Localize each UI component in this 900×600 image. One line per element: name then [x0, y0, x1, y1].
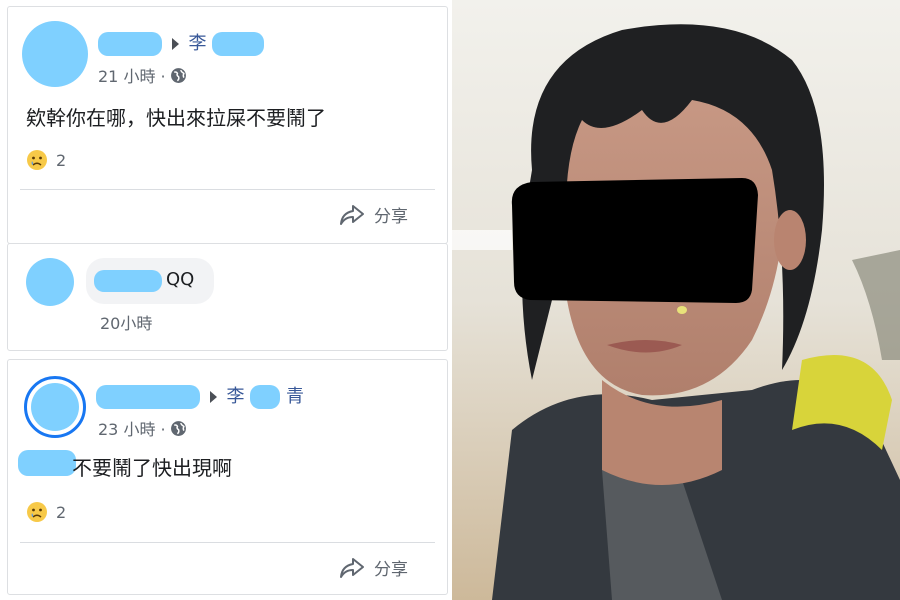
post-timestamp: 21 小時 · — [98, 63, 187, 87]
censored-target-name — [212, 32, 265, 56]
target-name[interactable]: 李 — [188, 33, 206, 54]
censored-commenter-name — [94, 270, 162, 292]
avatar[interactable] — [24, 376, 86, 438]
avatar[interactable] — [26, 258, 74, 306]
facebook-screenshot-panel: 李 21 小時 · 欸幹你在哪，快出來拉屎不要鬧了 2 分享 QQ 20小時 李… — [0, 0, 450, 600]
share-label: 分享 — [374, 207, 408, 227]
avatar-image — [31, 383, 79, 431]
censored-name — [96, 385, 200, 409]
comment-card: QQ 20小時 — [7, 243, 448, 351]
share-button[interactable]: 分享 — [338, 555, 408, 580]
censored-mention — [18, 450, 76, 476]
post-text: 欸幹你在哪，快出來拉屎不要鬧了 — [26, 106, 326, 130]
share-icon — [340, 204, 364, 225]
reaction-count: 2 — [56, 150, 67, 170]
globe-icon — [170, 420, 186, 436]
censored-name — [98, 32, 162, 56]
reaction-summary[interactable]: 2 — [26, 149, 66, 171]
comment-bubble: QQ — [86, 258, 214, 304]
reaction-summary[interactable]: 2 — [26, 501, 66, 523]
arrow-right-icon — [209, 391, 217, 403]
sad-reaction-icon — [27, 150, 47, 170]
sad-reaction-icon — [27, 502, 47, 522]
timestamp-text[interactable]: 21 小時 · — [98, 63, 166, 87]
post-author-row: 李 青 — [96, 382, 304, 409]
comment-text: QQ — [166, 269, 195, 290]
arrow-right-icon — [171, 38, 179, 50]
photo-illustration — [452, 0, 900, 600]
censored-target-name — [250, 385, 281, 409]
photo-ceiling-light — [452, 230, 512, 250]
post-card-2: 李 青 23 小時 · 不要鬧了快出現啊 2 分享 — [7, 359, 448, 595]
reaction-count: 2 — [56, 502, 67, 522]
photo-ear — [774, 210, 806, 270]
divider — [20, 542, 435, 543]
censor-bar — [511, 178, 758, 303]
avatar[interactable] — [22, 21, 88, 87]
person-photo — [452, 0, 900, 600]
post-card-1: 李 21 小時 · 欸幹你在哪，快出來拉屎不要鬧了 2 分享 — [7, 6, 448, 244]
share-button[interactable]: 分享 — [338, 202, 408, 227]
target-name-tail[interactable]: 青 — [286, 386, 304, 407]
timestamp-text: 20小時 — [100, 314, 153, 333]
share-label: 分享 — [374, 560, 408, 580]
post-text: 不要鬧了快出現啊 — [72, 456, 232, 480]
globe-icon — [170, 67, 186, 83]
photo-spot — [677, 306, 687, 314]
share-icon — [340, 557, 364, 578]
divider — [20, 189, 435, 190]
comment-timestamp[interactable]: 20小時 — [100, 310, 152, 334]
target-name[interactable]: 李 — [226, 386, 244, 407]
post-timestamp: 23 小時 · — [98, 416, 187, 440]
timestamp-text[interactable]: 23 小時 · — [98, 416, 166, 440]
post-author-row: 李 — [98, 29, 265, 56]
